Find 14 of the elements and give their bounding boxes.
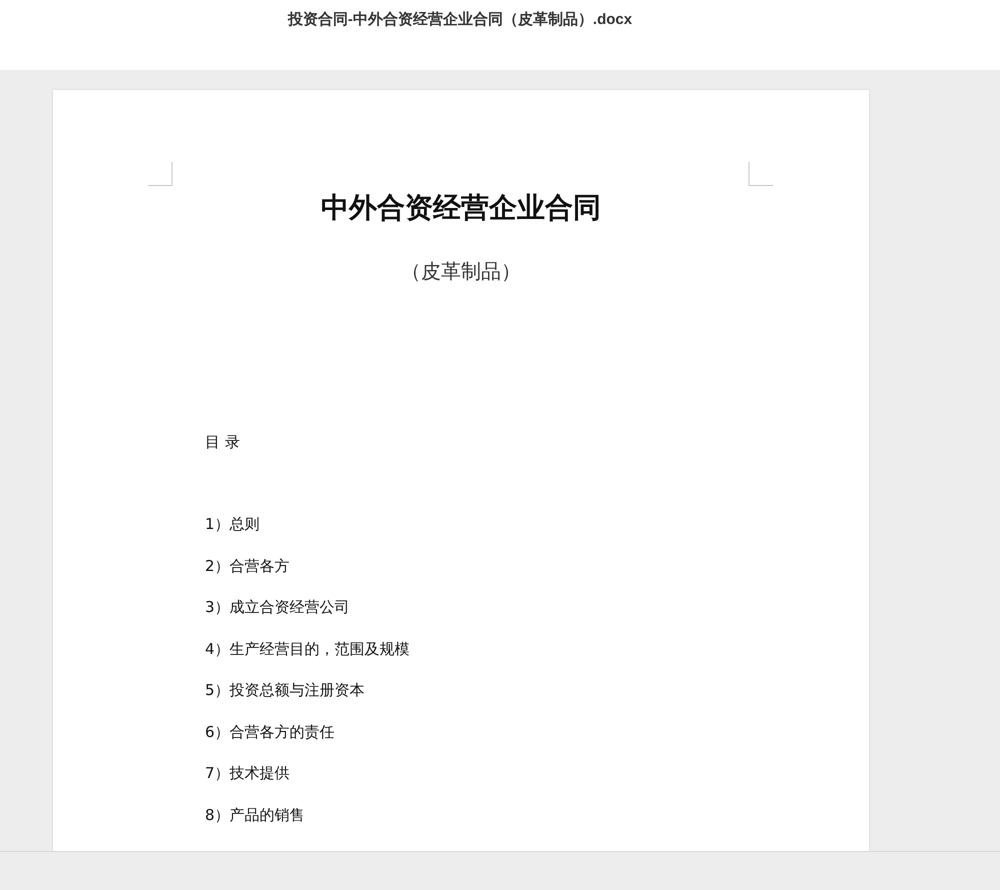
table-of-contents-item: 1）总则: [205, 514, 260, 535]
table-of-contents-item: 3）成立合资经营公司: [205, 597, 350, 618]
table-of-contents-item: 6）合营各方的责任: [205, 722, 335, 742]
table-of-contents-heading: 目 录: [205, 433, 240, 452]
table-of-contents-item: 8）产品的销售: [205, 804, 305, 826]
table-of-contents-item: 2）合营各方: [205, 556, 290, 576]
document-filename-title: 投资合同-中外合资经营企业合同（皮革制品）.docx: [286, 10, 634, 29]
table-of-contents-item: 5）投资总额与注册资本: [205, 680, 365, 701]
table-of-contents-item: 7）技术提供: [205, 763, 290, 784]
margin-corner-mark-icon: [148, 162, 173, 186]
document-title: 中外合资经营企业合同: [320, 190, 602, 226]
document-subtitle: （皮革制品）: [400, 260, 522, 286]
margin-corner-mark-icon: [748, 162, 773, 186]
table-of-contents-item: 4）生产经营目的，范围及规模: [205, 638, 410, 660]
